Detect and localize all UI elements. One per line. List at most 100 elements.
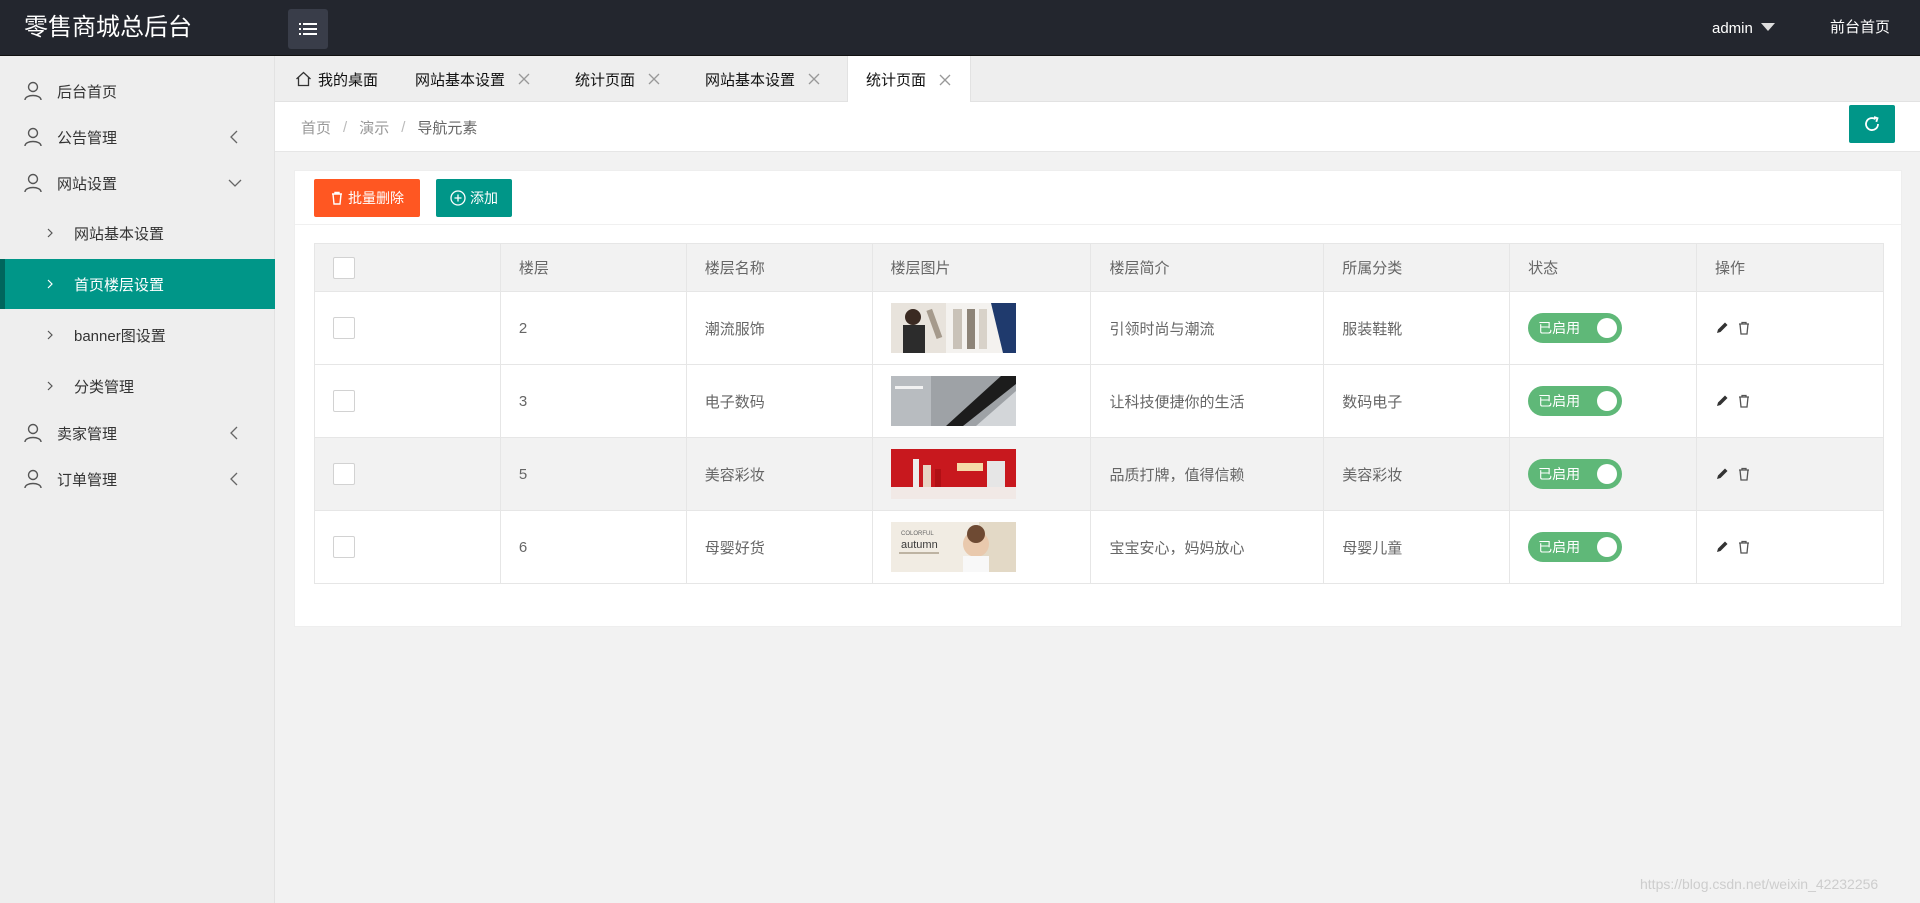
tab-basic-settings-1[interactable]: 网站基本设置 [415,56,531,102]
status-cell: 已启用 [1509,510,1698,584]
row-select-cell [314,291,501,365]
trash-icon [1739,394,1750,408]
floor-image-cell [871,437,1092,511]
sidebar-subitem-label: 网站基本设置 [74,225,165,243]
table-header-row: 楼层 楼层名称 楼层图片 楼层简介 所属分类 状态 操作 [314,243,1884,292]
sidebar-item-site-settings[interactable]: 网站设置 [0,160,275,206]
home-icon [296,71,311,87]
sidebar-item-label: 订单管理 [57,471,118,489]
floor-table: 楼层 楼层名称 楼层图片 楼层简介 所属分类 状态 操作 2 潮流服饰 引领时尚… [314,243,1884,584]
select-all-checkbox[interactable] [333,256,355,279]
floor-desc-cell: 宝宝安心，妈妈放心 [1090,510,1325,584]
sidebar-subitem-label: banner图设置 [74,327,166,345]
delete-button[interactable] [1737,540,1751,554]
header-select-all [314,243,501,292]
breadcrumb-item[interactable]: 演示 [359,117,389,138]
delete-button[interactable] [1737,321,1751,335]
sidebar-toggle-button[interactable] [288,9,328,49]
tab-statistics-1[interactable]: 统计页面 [575,56,661,102]
category-cell: 服装鞋靴 [1323,291,1511,365]
sidebar-item-label: 后台首页 [57,83,118,101]
floor-name-cell: 电子数码 [685,364,873,438]
sidebar-subitem-basic-settings[interactable]: 网站基本设置 [0,208,275,258]
delete-button[interactable] [1737,394,1751,408]
sidebar-subitem-category-management[interactable]: 分类管理 [0,361,275,411]
delete-button[interactable] [1737,467,1751,481]
close-icon[interactable] [647,72,661,86]
chevron-left-icon [230,426,238,440]
actions-cell [1696,437,1884,511]
toggle-knob [1597,537,1618,557]
pencil-icon [1717,468,1728,479]
category-cell: 母婴儿童 [1323,510,1511,584]
trash-icon [1739,321,1750,335]
batch-delete-button[interactable]: 批量删除 [314,179,420,217]
sidebar-item-announcements[interactable]: 公告管理 [0,114,275,160]
row-checkbox[interactable] [333,536,355,558]
row-actions [1715,321,1883,335]
chevron-right-icon [47,330,53,340]
row-checkbox[interactable] [333,317,355,339]
breadcrumb-bar: 首页 / 演示 / 导航元素 [275,102,1920,152]
frontend-home-link[interactable]: 前台首页 [1800,0,1920,56]
header-status: 状态 [1509,243,1698,292]
top-header: 零售商城总后台 admin 前台首页 [0,0,1920,56]
user-icon [24,81,42,101]
floor-thumbnail-beauty [890,449,1016,499]
refresh-button[interactable] [1849,105,1895,143]
chevron-left-icon [230,130,238,144]
user-menu[interactable]: admin [1712,0,1775,56]
trash-icon [1739,540,1750,554]
header-floor-name: 楼层名称 [685,243,873,292]
row-checkbox[interactable] [333,390,355,412]
close-icon[interactable] [938,73,952,87]
edit-button[interactable] [1715,321,1729,335]
user-icon [24,127,42,147]
close-icon[interactable] [517,72,531,86]
sidebar-subitem-banner-settings[interactable]: banner图设置 [0,310,275,360]
user-icon [24,423,42,443]
row-checkbox[interactable] [333,463,355,485]
add-button[interactable]: 添加 [436,179,512,217]
toggle-knob [1597,318,1618,338]
edit-button[interactable] [1715,467,1729,481]
app-logo[interactable]: 零售商城总后台 [0,0,275,56]
row-select-cell [314,437,501,511]
floor-image-cell [871,364,1092,438]
floor-cell: 5 [499,437,687,511]
tab-my-desktop[interactable]: 我的桌面 [295,56,378,102]
breadcrumb-item[interactable]: 首页 [301,117,331,138]
list-icon [299,23,317,35]
sidebar-subitem-floor-settings[interactable]: 首页楼层设置 [0,259,275,309]
status-toggle[interactable]: 已启用 [1528,532,1623,562]
breadcrumb-separator: / [401,118,406,136]
floor-desc-cell: 品质打牌，值得信赖 [1090,437,1325,511]
sidebar-item-orders[interactable]: 订单管理 [0,456,275,502]
user-name: admin [1712,19,1753,37]
actions-cell [1696,364,1884,438]
sidebar-item-dashboard[interactable]: 后台首页 [0,68,275,114]
status-toggle-label: 已启用 [1538,393,1581,409]
status-toggle[interactable]: 已启用 [1528,313,1623,343]
add-label: 添加 [470,190,498,206]
sidebar-item-label: 卖家管理 [57,425,118,443]
tab-label: 统计页面 [575,71,636,89]
pencil-icon [1717,322,1728,333]
tab-label: 统计页面 [866,72,927,89]
sidebar: 后台首页 公告管理 网站设置 网站基本设置 首页楼层设置 banner图设置 分… [0,56,275,903]
status-toggle[interactable]: 已启用 [1528,459,1623,489]
status-toggle[interactable]: 已启用 [1528,386,1623,416]
status-toggle-label: 已启用 [1538,539,1581,555]
user-icon [24,469,42,489]
breadcrumb-separator: / [343,118,348,136]
tab-bar: 我的桌面 网站基本设置 统计页面 网站基本设置 统计页面 [275,56,1920,103]
row-select-cell [314,364,501,438]
tab-basic-settings-2[interactable]: 网站基本设置 [705,56,821,102]
sidebar-item-sellers[interactable]: 卖家管理 [0,410,275,456]
tab-statistics-2[interactable]: 统计页面 [847,56,972,103]
close-icon[interactable] [807,72,821,86]
edit-button[interactable] [1715,394,1729,408]
header-floor-image: 楼层图片 [871,243,1092,292]
edit-button[interactable] [1715,540,1729,554]
active-indicator [0,259,5,309]
